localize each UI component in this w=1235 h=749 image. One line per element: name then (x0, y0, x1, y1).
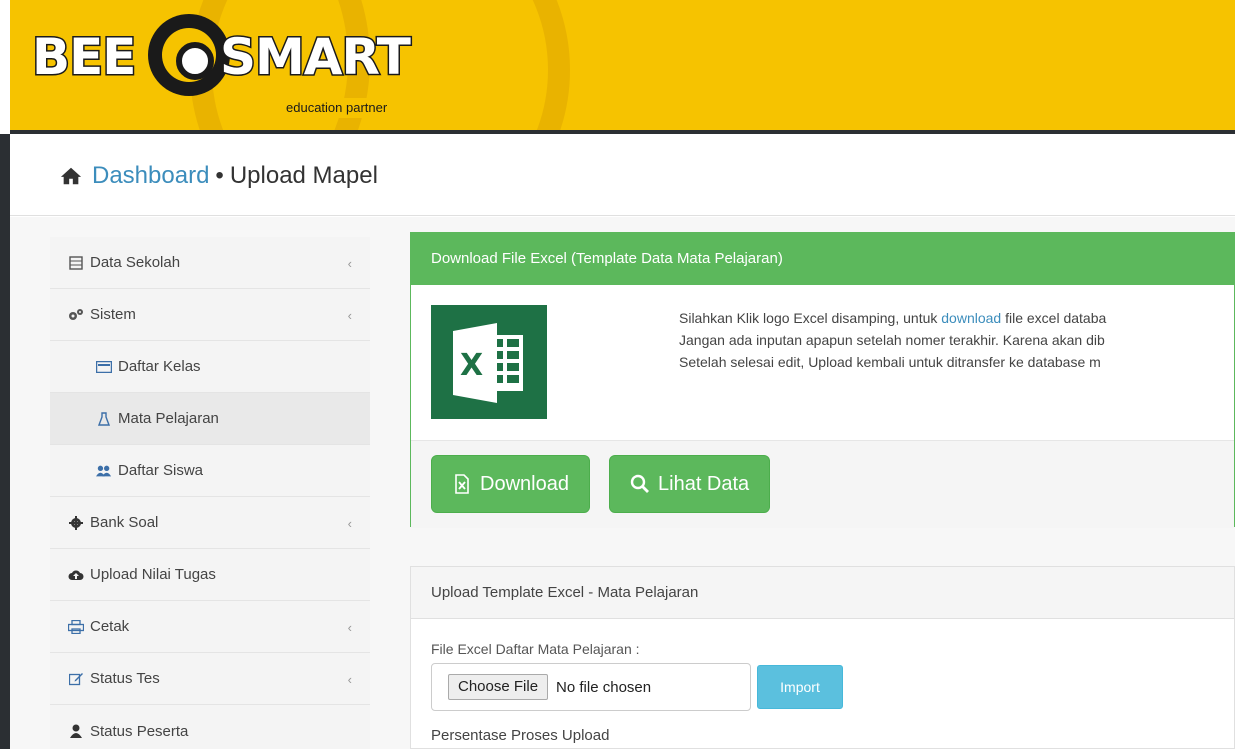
sidebar-item-label: Cetak (90, 618, 130, 635)
cloud-upload-icon (68, 567, 84, 583)
sidebar-item-label: Daftar Kelas (118, 358, 201, 375)
sidebar-item-status-peserta[interactable]: Status Peserta (50, 705, 370, 749)
sidebar-item-label: Data Sekolah (90, 254, 181, 271)
user-icon (68, 723, 84, 739)
instruction-line-2: Jangan ada inputan apapun setelah nomer … (679, 332, 1105, 348)
sidebar-item-label: Status Peserta (90, 722, 189, 740)
download-instructions: Silahkan Klik logo Excel disamping, untu… (679, 307, 1106, 373)
chevron-left-icon: ‹ (347, 672, 352, 687)
lihat-data-button-label: Lihat Data (658, 472, 750, 495)
beesmart-logo[interactable]: BEE SMART education partner (30, 14, 452, 118)
logo-tagline: education partner (280, 98, 450, 118)
instruction-line-3: Setelah selesai edit, Upload kembali unt… (679, 354, 1101, 370)
sidebar-item-label: Bank Soal (90, 514, 159, 531)
sidebar-item-mata-pelajaran[interactable]: Mata Pelajaran (50, 393, 370, 445)
sidebar-item-upload-nilai-tugas[interactable]: Upload Nilai Tugas (50, 549, 370, 601)
upload-progress-label: Persentase Proses Upload (431, 727, 610, 744)
sidebar-item-label: Sistem (90, 306, 136, 323)
file-input[interactable]: Choose File No file chosen (431, 663, 751, 711)
breadcrumb-dashboard-link[interactable]: Dashboard (92, 162, 209, 190)
logo-smart-text: SMART (219, 27, 413, 88)
breadcrumb-separator: • (215, 162, 224, 189)
cogs-icon (68, 307, 84, 323)
table-icon (68, 255, 84, 271)
sidebar-item-data-sekolah[interactable]: Data Sekolah ‹ (50, 237, 370, 289)
choose-file-button[interactable]: Choose File (448, 674, 549, 700)
users-icon (96, 463, 112, 479)
download-panel-title: Download File Excel (Template Data Mata … (411, 233, 1234, 285)
list-icon (96, 359, 112, 375)
file-excel-icon (455, 474, 469, 494)
instruction-line-1-post: file excel databa (1001, 310, 1107, 326)
sidebar-item-status-tes[interactable]: Status Tes ‹ (50, 653, 370, 705)
svg-text:X: X (460, 348, 483, 383)
chevron-left-icon: ‹ (347, 516, 352, 531)
download-panel-footer: Download Lihat Data (411, 440, 1234, 528)
instruction-line-1-pre: Silahkan Klik logo Excel disamping, untu… (679, 310, 942, 326)
sidebar-item-sistem[interactable]: Sistem ‹ (50, 289, 370, 341)
file-field-label: File Excel Daftar Mata Pelajaran : (431, 641, 640, 657)
file-status-text: No file chosen (556, 678, 652, 696)
app-header: BEE SMART education partner (10, 0, 1235, 134)
home-icon[interactable] (60, 165, 82, 187)
chevron-left-icon: ‹ (347, 620, 352, 635)
chevron-left-icon: ‹ (347, 256, 352, 271)
sidebar-item-label: Mata Pelajaran (118, 410, 219, 427)
upload-template-panel: Upload Template Excel - Mata Pelajaran F… (410, 566, 1235, 749)
excel-icon[interactable]: X (431, 305, 547, 419)
sidebar-item-cetak[interactable]: Cetak ‹ (50, 601, 370, 653)
download-link[interactable]: download (941, 310, 1001, 326)
import-button[interactable]: Import (757, 665, 843, 709)
sidebar-item-daftar-siswa[interactable]: Daftar Siswa (50, 445, 370, 497)
sidebar: Data Sekolah ‹ Sistem ‹ Daftar Kelas Mat… (50, 237, 370, 749)
download-button-label: Download (480, 472, 569, 495)
gear-icon (68, 515, 84, 531)
breadcrumb-bar: Dashboard • Upload Mapel (10, 138, 1235, 216)
flask-icon (96, 411, 112, 427)
sidebar-item-label: Status Tes (90, 670, 160, 687)
chevron-left-icon: ‹ (347, 308, 352, 323)
upload-panel-title: Upload Template Excel - Mata Pelajaran (411, 567, 1234, 619)
left-edge-strip (0, 134, 10, 749)
instruction-line-1: Silahkan Klik logo Excel disamping, untu… (679, 307, 1106, 329)
sidebar-item-label: Daftar Siswa (118, 462, 204, 479)
download-panel-body: X Silahkan Klik logo Excel disamping, un… (411, 285, 1234, 440)
lihat-data-button[interactable]: Lihat Data (609, 455, 771, 513)
breadcrumb-current: Upload Mapel (229, 162, 378, 189)
sidebar-item-label: Upload Nilai Tugas (90, 566, 216, 583)
print-icon (68, 619, 84, 635)
sidebar-item-bank-soal[interactable]: Bank Soal ‹ (50, 497, 370, 549)
logo-emblem-icon (148, 14, 230, 96)
download-button[interactable]: Download (431, 455, 590, 513)
breadcrumb: Dashboard • Upload Mapel (60, 162, 378, 190)
logo-bee-text: BEE (30, 27, 137, 88)
sidebar-item-daftar-kelas[interactable]: Daftar Kelas (50, 341, 370, 393)
search-icon (630, 474, 649, 493)
download-template-panel: Download File Excel (Template Data Mata … (410, 232, 1235, 528)
edit-icon (68, 671, 84, 687)
